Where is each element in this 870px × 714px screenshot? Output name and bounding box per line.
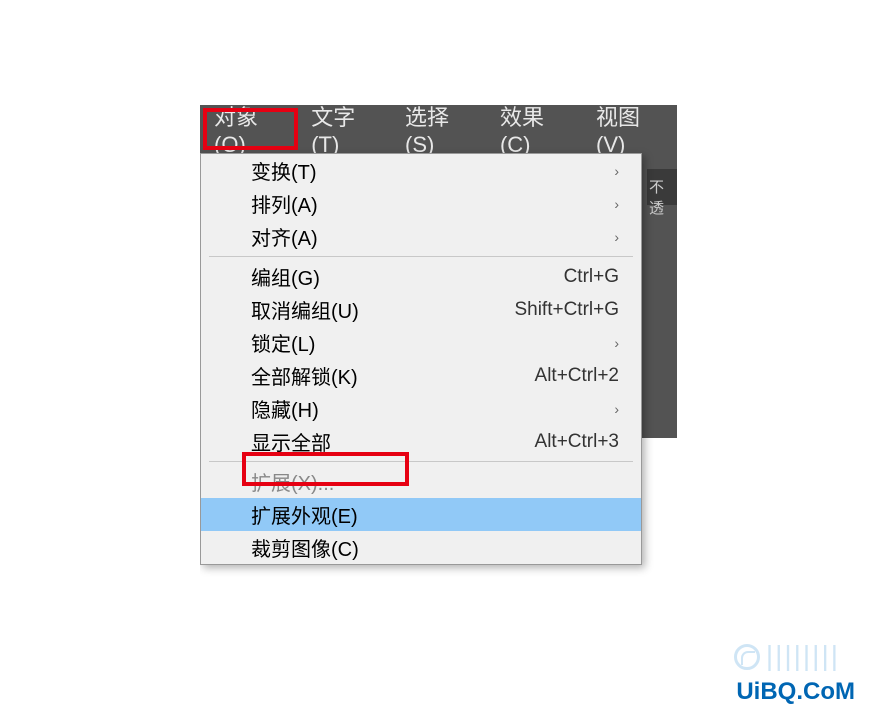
watermark-decoration: |||||||| (734, 639, 840, 672)
menu-label: 编组(G) (251, 262, 564, 291)
side-panel-label: 不透 (647, 169, 677, 205)
menu-shortcut: Shift+Ctrl+G (514, 299, 619, 321)
menu-label: 裁剪图像(C) (251, 533, 619, 562)
menu-item-align[interactable]: 对齐(A) › (201, 220, 641, 253)
object-dropdown-menu: 变换(T) › 排列(A) › 对齐(A) › 编组(G) Ctrl+G 取消编… (200, 153, 642, 565)
chevron-right-icon: › (614, 401, 619, 417)
menu-item-unlock-all[interactable]: 全部解锁(K) Alt+Ctrl+2 (201, 359, 641, 392)
menu-separator (209, 461, 633, 462)
menu-item-expand: 扩展(X)... (201, 465, 641, 498)
menu-shortcut: Alt+Ctrl+2 (535, 365, 619, 387)
menu-item-crop-image[interactable]: 裁剪图像(C) (201, 531, 641, 564)
menu-item-group[interactable]: 编组(G) Ctrl+G (201, 260, 641, 293)
menu-label: 变换(T) (251, 156, 614, 185)
menu-item-lock[interactable]: 锁定(L) › (201, 326, 641, 359)
menu-label: 取消编组(U) (251, 295, 514, 324)
menu-item-transform[interactable]: 变换(T) › (201, 154, 641, 187)
menu-label: 对齐(A) (251, 222, 614, 251)
menu-item-arrange[interactable]: 排列(A) › (201, 187, 641, 220)
menu-label: 全部解锁(K) (251, 361, 535, 390)
menu-shortcut: Alt+Ctrl+3 (535, 431, 619, 453)
menu-item-show-all[interactable]: 显示全部 Alt+Ctrl+3 (201, 425, 641, 458)
menu-label: 锁定(L) (251, 328, 614, 357)
menu-label: 扩展外观(E) (251, 500, 619, 529)
menu-item-hide[interactable]: 隐藏(H) › (201, 392, 641, 425)
menu-separator (209, 256, 633, 257)
menu-label: 排列(A) (251, 189, 614, 218)
chevron-right-icon: › (614, 196, 619, 212)
menu-label: 显示全部 (251, 427, 535, 456)
menu-label: 隐藏(H) (251, 394, 614, 423)
chevron-right-icon: › (614, 335, 619, 351)
watermark-circle-icon (734, 644, 760, 670)
app-window: 对象(O) 文字(T) 选择(S) 效果(C) 视图(V) 不透 变换(T) ›… (200, 105, 677, 582)
menu-item-expand-appearance[interactable]: 扩展外观(E) (201, 498, 641, 531)
menu-shortcut: Ctrl+G (564, 266, 619, 288)
chevron-right-icon: › (614, 163, 619, 179)
watermark-text: UiBQ.CoM (736, 678, 855, 706)
menubar: 对象(O) 文字(T) 选择(S) 效果(C) 视图(V) (200, 105, 677, 153)
menu-label: 扩展(X)... (251, 467, 619, 496)
menu-item-ungroup[interactable]: 取消编组(U) Shift+Ctrl+G (201, 293, 641, 326)
chevron-right-icon: › (614, 229, 619, 245)
